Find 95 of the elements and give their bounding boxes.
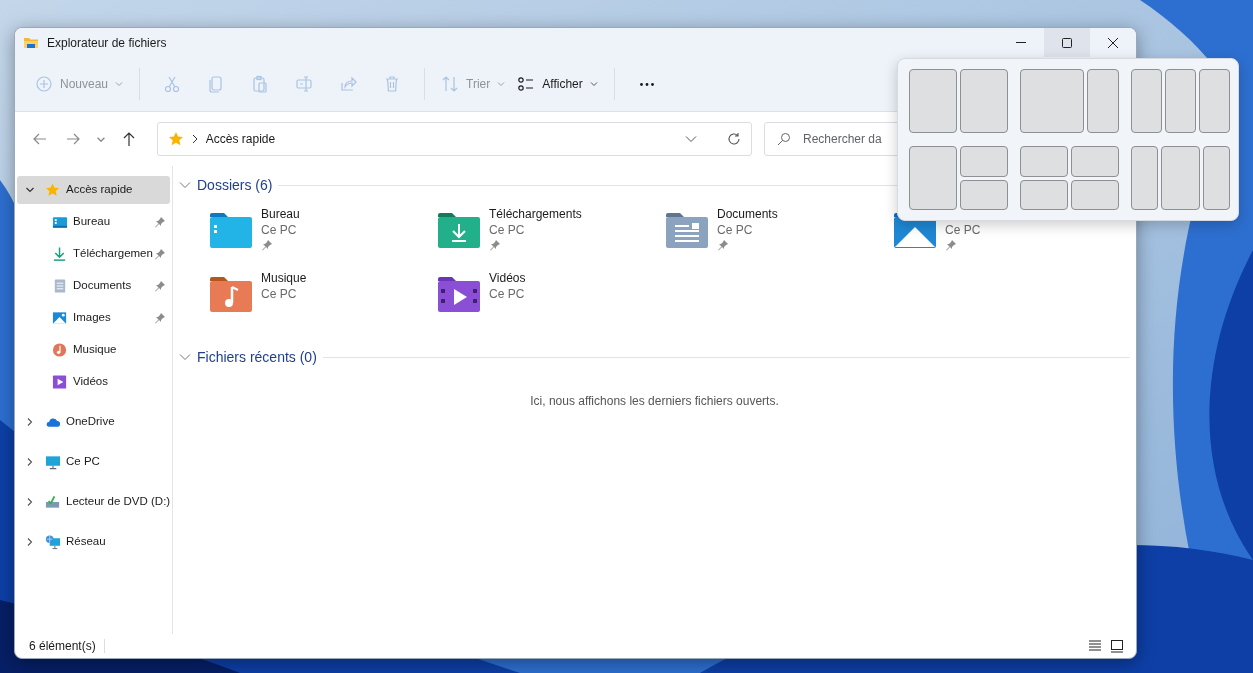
item-count: 6 élément(s): [29, 638, 96, 655]
document-icon: [52, 278, 68, 294]
details-view-icon[interactable]: [1088, 639, 1102, 653]
maximize-icon: [1062, 37, 1072, 48]
folder-name: Bureau: [261, 206, 300, 222]
window-title: Explorateur de fichiers: [47, 34, 167, 52]
star-icon: [45, 182, 61, 198]
snap-zone[interactable]: [1087, 69, 1119, 133]
share-icon: [339, 75, 358, 93]
star-icon: [167, 131, 184, 147]
video-icon: [52, 374, 68, 390]
nav-item[interactable]: Lecteur de DVD (D:): [17, 486, 170, 518]
snap-zone[interactable]: [909, 69, 957, 133]
chevron-right-icon: [191, 134, 198, 144]
view-icon: [517, 75, 536, 93]
caret-icon: [115, 81, 124, 87]
folder-name: Musique: [261, 270, 307, 286]
clipboard-icon: [251, 75, 270, 93]
refresh-icon[interactable]: [727, 132, 741, 146]
more-icon: [639, 82, 654, 86]
folder-tile[interactable]: Bureau Ce PC: [209, 206, 409, 256]
nav-item[interactable]: Musique: [17, 334, 170, 366]
view-button[interactable]: Afficher: [511, 68, 604, 100]
search-icon: [777, 132, 791, 146]
folder-name: Documents: [717, 206, 778, 222]
folder-tile[interactable]: Musique Ce PC: [209, 270, 409, 320]
snap-zone[interactable]: [1020, 69, 1084, 133]
chevron-right-icon[interactable]: [25, 457, 35, 467]
snap-zone[interactable]: [1131, 146, 1158, 210]
minimize-icon: [1016, 42, 1026, 43]
nav-item[interactable]: Documents: [17, 270, 170, 302]
image-icon: [52, 310, 68, 326]
chevron-down-icon: [97, 136, 106, 142]
snap-zone[interactable]: [1165, 69, 1196, 133]
snap-zone[interactable]: [1203, 146, 1230, 210]
desktop-folder-icon: [209, 211, 253, 249]
download-icon: [52, 246, 68, 262]
nav-item[interactable]: Bureau: [17, 206, 170, 238]
snap-zone[interactable]: [1071, 146, 1119, 177]
dropdown-icon[interactable]: [685, 135, 697, 143]
nav-item[interactable]: Accès rapide: [17, 176, 170, 204]
nav-item[interactable]: OneDrive: [17, 406, 170, 438]
folder-location: Ce PC: [261, 222, 298, 238]
nav-item[interactable]: Réseau: [17, 526, 170, 558]
snap-zone[interactable]: [1199, 69, 1230, 133]
chevron-down-icon[interactable]: [25, 185, 35, 195]
maximize-button[interactable]: [1044, 28, 1090, 57]
folder-tile[interactable]: Documents Ce PC: [665, 206, 865, 256]
close-icon: [1108, 37, 1118, 48]
videos-folder-icon: [437, 275, 481, 313]
folder-tile[interactable]: Téléchargements Ce PC: [437, 206, 637, 256]
nav-item[interactable]: Ce PC: [17, 446, 170, 478]
folder-tile[interactable]: Vidéos Ce PC: [437, 270, 637, 320]
caret-icon: [497, 81, 506, 87]
sort-icon: [441, 75, 460, 93]
large-icons-view-icon[interactable]: [1110, 639, 1124, 653]
folder-name: Vidéos: [489, 270, 526, 286]
folder-location: Ce PC: [261, 286, 298, 302]
chevron-right-icon[interactable]: [25, 497, 35, 507]
chevron-right-icon[interactable]: [25, 537, 35, 547]
snap-zone[interactable]: [909, 146, 957, 210]
snap-zone[interactable]: [1131, 69, 1162, 133]
snap-zone[interactable]: [1020, 146, 1068, 177]
network-icon: [45, 534, 61, 550]
rename-icon: [295, 75, 314, 93]
nav-item[interactable]: Vidéos: [17, 366, 170, 398]
folder-location: Ce PC: [489, 222, 526, 238]
drive-icon: [45, 494, 61, 510]
section-header: Dossiers (6): [197, 175, 273, 195]
folder-location: Ce PC: [945, 222, 981, 238]
folder-name: Téléchargements: [489, 206, 582, 222]
scissors-icon: [163, 75, 182, 93]
images-folder-icon: [893, 211, 937, 249]
snap-zone[interactable]: [960, 69, 1008, 133]
empty-message: Ici, nous affichons les derniers fichiers ouverts.: [529, 393, 780, 410]
address-bar[interactable]: Accès rapide: [156, 122, 752, 156]
folder-location: Ce PC: [717, 222, 754, 238]
snap-zone[interactable]: [960, 179, 1008, 210]
section-header: Fichiers récents (0): [197, 347, 317, 367]
caret-icon: [589, 81, 598, 87]
snap-zone[interactable]: [1160, 146, 1201, 210]
nav-item[interactable]: Images: [17, 302, 170, 334]
snap-zone[interactable]: [1071, 179, 1119, 210]
music-folder-icon: [209, 275, 253, 313]
download-folder-icon: [437, 211, 481, 249]
music-icon: [52, 342, 68, 358]
desktop-icon: [52, 214, 68, 230]
snap-zone[interactable]: [1020, 179, 1068, 210]
add-icon: [35, 75, 53, 93]
monitor-icon: [45, 454, 61, 470]
nav-item[interactable]: Téléchargemen: [17, 238, 170, 270]
snap-zone[interactable]: [960, 146, 1008, 177]
chevron-right-icon[interactable]: [25, 417, 35, 427]
folder-location: Ce PC: [489, 286, 526, 302]
documents-folder-icon: [665, 211, 709, 249]
